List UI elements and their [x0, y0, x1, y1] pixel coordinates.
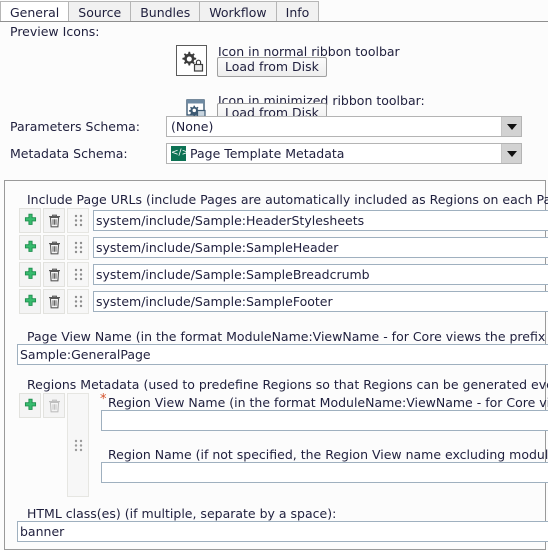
regions-metadata-label: Regions Metadata (used to predefine Regi…	[27, 377, 548, 392]
parameters-schema-value: (None)	[171, 119, 214, 134]
trash-icon	[48, 214, 61, 228]
drag-handle-icon	[74, 241, 83, 254]
plus-icon	[23, 240, 38, 255]
region-name-label: Region Name (if not specified, the Regio…	[108, 447, 548, 462]
metadata-schema-value-wrap: </> Page Template Metadata	[167, 146, 501, 161]
trash-icon	[48, 268, 61, 282]
drag-handle-icon	[74, 439, 83, 452]
normal-ribbon-icon-preview[interactable]	[176, 45, 207, 76]
gear-lock-icon	[177, 46, 206, 75]
delete-include-row-button[interactable]	[43, 235, 65, 260]
page-settings-panel: Include Page URLs (include Pages are aut…	[4, 180, 548, 550]
chevron-down-icon[interactable]	[501, 117, 521, 136]
trash-icon	[48, 399, 61, 413]
delete-include-row-button[interactable]	[43, 262, 65, 287]
include-url-input[interactable]: system/include/Sample:SampleHeader	[93, 237, 548, 258]
metadata-schema-label: Metadata Schema:	[10, 146, 128, 161]
include-page-urls-label: Include Page URLs (include Pages are aut…	[27, 192, 548, 207]
region-view-name-input[interactable]	[101, 410, 548, 431]
code-icon: </>	[171, 146, 189, 161]
drag-include-row-handle[interactable]	[67, 262, 89, 287]
trash-icon	[48, 295, 61, 309]
add-region-row-button[interactable]	[19, 393, 41, 418]
drag-handle-icon	[74, 214, 83, 227]
tab-workflow[interactable]: Workflow	[199, 1, 277, 22]
parameters-schema-label: Parameters Schema:	[10, 119, 140, 134]
delete-include-row-button[interactable]	[43, 208, 65, 233]
drag-handle-icon	[74, 268, 83, 281]
include-url-input[interactable]: system/include/Sample:SampleBreadcrumb	[93, 264, 548, 285]
drag-include-row-handle[interactable]	[67, 289, 89, 314]
include-url-input[interactable]: system/include/Sample:HeaderStylesheets	[93, 210, 548, 231]
html-classes-input[interactable]: banner	[17, 521, 548, 542]
delete-region-row-button[interactable]	[43, 393, 65, 418]
add-include-row-button[interactable]	[19, 289, 41, 314]
add-include-row-button[interactable]	[19, 208, 41, 233]
region-view-name-required-marker: *	[100, 392, 107, 407]
drag-include-row-handle[interactable]	[67, 208, 89, 233]
load-from-disk-normal-button[interactable]: Load from Disk	[217, 57, 327, 77]
tab-general[interactable]: General	[0, 1, 70, 22]
tab-info[interactable]: Info	[275, 1, 320, 22]
drag-handle-icon	[74, 295, 83, 308]
include-url-input[interactable]: system/include/Sample:SampleFooter	[93, 291, 548, 312]
drag-region-row-handle[interactable]	[67, 393, 89, 497]
add-include-row-button[interactable]	[19, 262, 41, 287]
metadata-schema-value: Page Template Metadata	[190, 146, 345, 161]
general-tab-panel: Preview Icons: Icon in normal ribbon too…	[0, 21, 548, 178]
tab-source[interactable]: Source	[68, 1, 132, 22]
plus-icon	[23, 267, 38, 282]
html-classes-label: HTML class(es) (if multiple, separate by…	[27, 506, 337, 521]
parameters-schema-select[interactable]: (None)	[166, 116, 522, 137]
region-name-input[interactable]	[101, 462, 548, 483]
plus-icon	[23, 213, 38, 228]
drag-include-row-handle[interactable]	[67, 235, 89, 260]
region-view-name-label: Region View Name (in the format ModuleNa…	[108, 395, 548, 410]
page-view-name-input[interactable]: Sample:GeneralPage	[17, 344, 548, 365]
add-include-row-button[interactable]	[19, 235, 41, 260]
plus-icon	[23, 398, 38, 413]
plus-icon	[23, 294, 38, 309]
chevron-down-icon[interactable]	[501, 144, 521, 163]
tab-strip: General Source Bundles Workflow Info	[0, 0, 548, 22]
trash-icon	[48, 241, 61, 255]
tab-bundles[interactable]: Bundles	[130, 1, 201, 22]
delete-include-row-button[interactable]	[43, 289, 65, 314]
page-view-name-label: Page View Name (in the format ModuleName…	[27, 329, 548, 344]
preview-icons-label: Preview Icons:	[10, 24, 100, 39]
metadata-schema-select[interactable]: </> Page Template Metadata	[166, 143, 522, 164]
